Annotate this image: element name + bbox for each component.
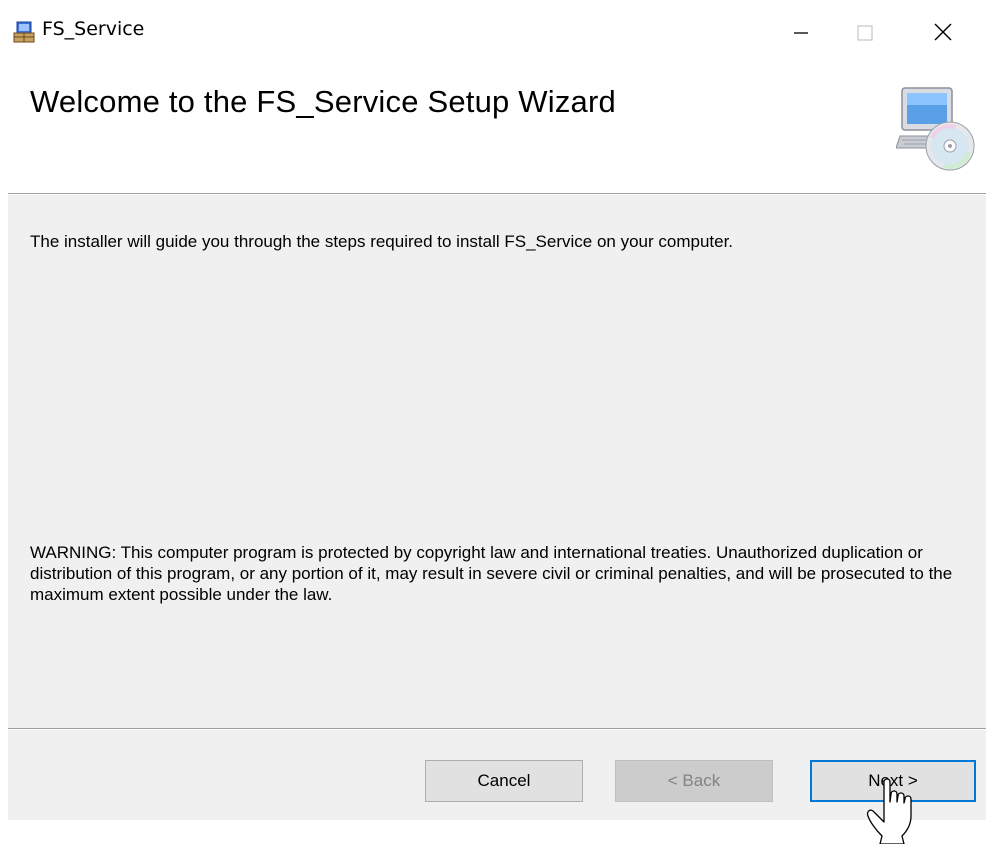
cancel-button[interactable]: Cancel	[425, 760, 583, 802]
installer-package-icon	[12, 20, 36, 44]
minimize-icon	[794, 32, 808, 34]
computer-cd-icon	[895, 82, 976, 174]
title-bar[interactable]: FS_Service	[0, 0, 986, 62]
intro-text: The installer will guide you through the…	[30, 232, 734, 251]
hand-pointer-cursor-icon	[864, 774, 924, 845]
maximize-icon	[857, 25, 873, 41]
copyright-warning-text: WARNING: This computer program is protec…	[30, 543, 953, 604]
wizard-content-panel: The installer will guide you through the…	[8, 195, 986, 728]
minimize-button[interactable]	[778, 10, 824, 54]
close-button[interactable]	[920, 10, 966, 54]
wizard-title: Welcome to the FS_Service Setup Wizard	[30, 84, 616, 119]
maximize-button[interactable]	[842, 10, 888, 54]
back-button[interactable]: < Back	[615, 760, 773, 802]
window-title: FS_Service	[42, 18, 145, 40]
window-bottom-area	[0, 820, 986, 843]
wizard-button-bar: Cancel < Back Next >	[8, 730, 986, 820]
close-icon	[934, 23, 952, 41]
setup-wizard-window: FS_Service Welcome to the FS_Service Set…	[0, 0, 986, 845]
wizard-header-banner: Welcome to the FS_Service Setup Wizard	[0, 62, 986, 193]
